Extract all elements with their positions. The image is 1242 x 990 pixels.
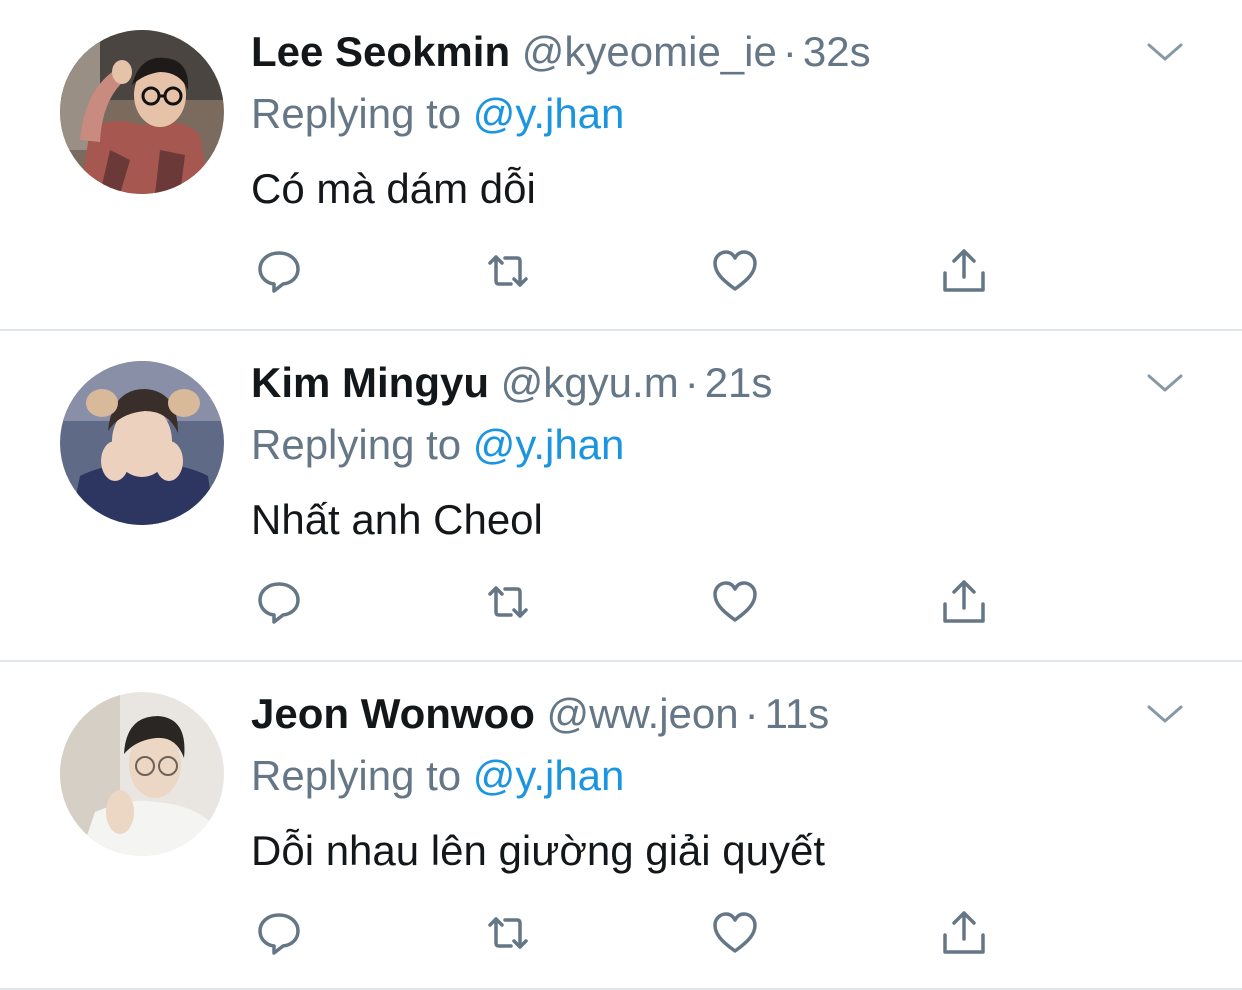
tweet-header: Kim Mingyu @kgyu.m · 21s (251, 357, 772, 409)
display-name[interactable]: Jeon Wonwoo (251, 690, 535, 737)
heart-icon (713, 581, 757, 622)
reply-button[interactable] (253, 907, 305, 959)
avatar-image (60, 30, 224, 194)
avatar[interactable] (60, 361, 224, 525)
replying-to: Replying to @y.jhan (251, 88, 624, 140)
avatar[interactable] (60, 30, 224, 194)
retweet-button[interactable] (482, 245, 534, 297)
reply-icon (258, 913, 300, 955)
separator-dot: · (684, 359, 699, 406)
share-icon (943, 580, 985, 623)
replying-to: Replying to @y.jhan (251, 750, 624, 802)
user-handle[interactable]: @kyeomie_ie (522, 28, 777, 75)
tweet-item[interactable]: Lee Seokmin @kyeomie_ie · 32s Replying to … (0, 0, 1242, 331)
share-button[interactable] (938, 576, 990, 628)
timestamp[interactable]: 11s (765, 690, 830, 737)
share-icon (943, 249, 985, 292)
reply-icon (258, 251, 300, 293)
reply-button[interactable] (253, 245, 305, 297)
retweet-icon (488, 917, 528, 949)
heart-icon (713, 250, 757, 291)
replying-prefix: Replying to (251, 752, 473, 799)
tweet-text: Nhất anh Cheol (251, 496, 543, 543)
avatar-image (60, 692, 224, 856)
mention-link[interactable]: @y.jhan (473, 752, 625, 799)
retweet-icon (488, 255, 528, 287)
tweet-item[interactable]: Kim Mingyu @kgyu.m · 21s Replying to @y.jh… (0, 331, 1242, 662)
retweet-button[interactable] (482, 576, 534, 628)
chevron-down-icon[interactable] (1145, 36, 1185, 66)
replying-prefix: Replying to (251, 421, 473, 468)
like-button[interactable] (709, 907, 761, 959)
user-handle[interactable]: @kgyu.m (501, 359, 679, 406)
share-button[interactable] (938, 907, 990, 959)
avatar-image (60, 361, 224, 525)
separator-dot: · (782, 28, 797, 75)
chevron-down-icon[interactable] (1145, 698, 1185, 728)
user-handle[interactable]: @ww.jeon (547, 690, 739, 737)
display-name[interactable]: Kim Mingyu (251, 359, 489, 406)
tweet-text: Có mà dám dỗi (251, 165, 536, 212)
tweet-actions (0, 907, 1242, 959)
display-name[interactable]: Lee Seokmin (251, 28, 510, 75)
mention-link[interactable]: @y.jhan (473, 421, 625, 468)
timestamp[interactable]: 32s (803, 28, 871, 75)
tweet-actions (0, 245, 1242, 297)
retweet-button[interactable] (482, 907, 534, 959)
share-button[interactable] (938, 245, 990, 297)
mention-link[interactable]: @y.jhan (473, 90, 625, 137)
replying-to: Replying to @y.jhan (251, 419, 624, 471)
tweet-actions (0, 576, 1242, 628)
like-button[interactable] (709, 245, 761, 297)
tweet-header: Jeon Wonwoo @ww.jeon · 11s (251, 688, 829, 740)
separator-dot: · (744, 690, 759, 737)
avatar[interactable] (60, 692, 224, 856)
tweet-text: Dỗi nhau lên giường giải quyết (251, 827, 826, 874)
tweet-feed: Lee Seokmin @kyeomie_ie · 32s Replying to … (0, 0, 1242, 990)
share-icon (943, 911, 985, 954)
retweet-icon (488, 586, 528, 618)
reply-button[interactable] (253, 576, 305, 628)
chevron-down-icon[interactable] (1145, 367, 1185, 397)
like-button[interactable] (709, 576, 761, 628)
heart-icon (713, 912, 757, 953)
reply-icon (258, 582, 300, 624)
timestamp[interactable]: 21s (705, 359, 773, 406)
tweet-item[interactable]: Jeon Wonwoo @ww.jeon · 11s Replying to @y.… (0, 662, 1242, 990)
replying-prefix: Replying to (251, 90, 473, 137)
tweet-header: Lee Seokmin @kyeomie_ie · 32s (251, 26, 871, 78)
